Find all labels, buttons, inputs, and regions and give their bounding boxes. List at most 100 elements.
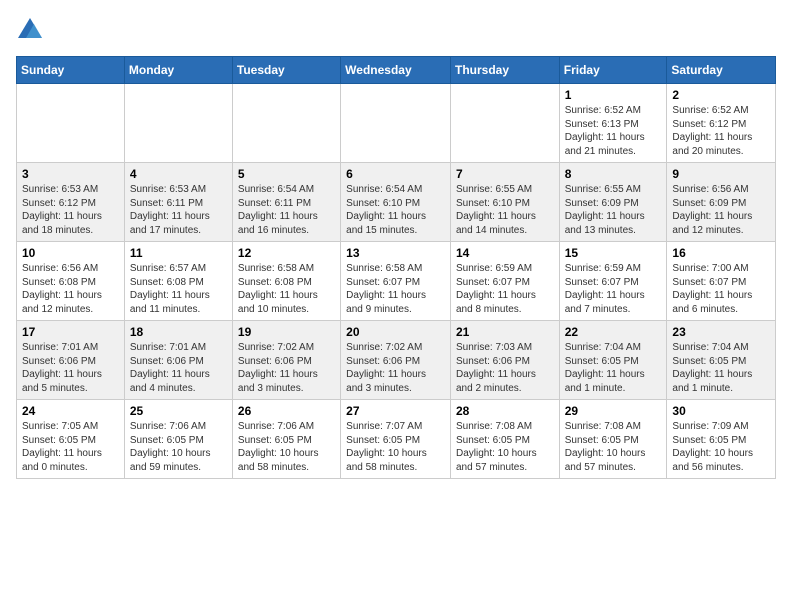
day-number: 20 (346, 325, 445, 339)
calendar-cell (341, 84, 451, 163)
day-info: Sunrise: 7:03 AM Sunset: 6:06 PM Dayligh… (456, 341, 554, 395)
day-number: 5 (238, 167, 335, 181)
calendar-cell: 2 Sunrise: 6:52 AM Sunset: 6:12 PM Daylig… (667, 84, 776, 163)
day-info: Sunrise: 6:54 AM Sunset: 6:11 PM Dayligh… (238, 183, 335, 237)
logo (16, 16, 48, 44)
calendar-cell: 21 Sunrise: 7:03 AM Sunset: 6:06 PM Dayli… (450, 321, 559, 400)
calendar-cell: 29 Sunrise: 7:08 AM Sunset: 6:05 PM Dayli… (559, 400, 667, 479)
day-info: Sunrise: 6:52 AM Sunset: 6:13 PM Dayligh… (565, 104, 662, 158)
calendar-week-2: 3 Sunrise: 6:53 AM Sunset: 6:12 PM Daylig… (17, 163, 776, 242)
day-info: Sunrise: 7:08 AM Sunset: 6:05 PM Dayligh… (565, 420, 662, 474)
day-number: 18 (130, 325, 227, 339)
day-number: 26 (238, 404, 335, 418)
day-number: 11 (130, 246, 227, 260)
day-number: 21 (456, 325, 554, 339)
calendar-cell (450, 84, 559, 163)
day-info: Sunrise: 6:55 AM Sunset: 6:10 PM Dayligh… (456, 183, 554, 237)
calendar-cell: 13Sunrise: 6:58 AM Sunset: 6:07 PM Dayli… (341, 242, 451, 321)
day-info: Sunrise: 7:06 AM Sunset: 6:05 PM Dayligh… (238, 420, 335, 474)
day-number: 3 (22, 167, 119, 181)
logo-icon (16, 16, 44, 44)
calendar-cell: 3 Sunrise: 6:53 AM Sunset: 6:12 PM Daylig… (17, 163, 125, 242)
day-info: Sunrise: 7:02 AM Sunset: 6:06 PM Dayligh… (346, 341, 445, 395)
calendar-week-1: 1 Sunrise: 6:52 AM Sunset: 6:13 PM Daylig… (17, 84, 776, 163)
calendar-week-4: 17 Sunrise: 7:01 AM Sunset: 6:06 PM Dayli… (17, 321, 776, 400)
day-info: Sunrise: 6:53 AM Sunset: 6:12 PM Dayligh… (22, 183, 119, 237)
day-info: Sunrise: 6:55 AM Sunset: 6:09 PM Dayligh… (565, 183, 662, 237)
calendar-cell (124, 84, 232, 163)
calendar-week-5: 24 Sunrise: 7:05 AM Sunset: 6:05 PM Dayli… (17, 400, 776, 479)
weekday-header-friday: Friday (559, 57, 667, 84)
day-info: Sunrise: 6:52 AM Sunset: 6:12 PM Dayligh… (672, 104, 770, 158)
calendar-cell: 25Sunrise: 7:06 AM Sunset: 6:05 PM Dayli… (124, 400, 232, 479)
page-header (16, 16, 776, 44)
calendar-week-3: 10 Sunrise: 6:56 AM Sunset: 6:08 PM Dayli… (17, 242, 776, 321)
day-info: Sunrise: 7:00 AM Sunset: 6:07 PM Dayligh… (672, 262, 770, 316)
weekday-header-saturday: Saturday (667, 57, 776, 84)
calendar-cell: 22 Sunrise: 7:04 AM Sunset: 6:05 PM Dayli… (559, 321, 667, 400)
day-info: Sunrise: 7:01 AM Sunset: 6:06 PM Dayligh… (130, 341, 227, 395)
day-info: Sunrise: 6:58 AM Sunset: 6:08 PM Dayligh… (238, 262, 335, 316)
calendar-cell: 9Sunrise: 6:56 AM Sunset: 6:09 PM Daylig… (667, 163, 776, 242)
day-number: 8 (565, 167, 662, 181)
weekday-header-tuesday: Tuesday (232, 57, 340, 84)
calendar-cell: 5 Sunrise: 6:54 AM Sunset: 6:11 PM Daylig… (232, 163, 340, 242)
calendar-cell: 8 Sunrise: 6:55 AM Sunset: 6:09 PM Daylig… (559, 163, 667, 242)
day-info: Sunrise: 7:05 AM Sunset: 6:05 PM Dayligh… (22, 420, 119, 474)
day-info: Sunrise: 7:07 AM Sunset: 6:05 PM Dayligh… (346, 420, 445, 474)
day-number: 29 (565, 404, 662, 418)
day-number: 16 (672, 246, 770, 260)
calendar-cell: 19 Sunrise: 7:02 AM Sunset: 6:06 PM Dayli… (232, 321, 340, 400)
day-number: 4 (130, 167, 227, 181)
calendar-cell: 23Sunrise: 7:04 AM Sunset: 6:05 PM Dayli… (667, 321, 776, 400)
calendar-cell: 16 Sunrise: 7:00 AM Sunset: 6:07 PM Dayli… (667, 242, 776, 321)
day-number: 17 (22, 325, 119, 339)
calendar-cell: 1 Sunrise: 6:52 AM Sunset: 6:13 PM Daylig… (559, 84, 667, 163)
calendar-cell: 11Sunrise: 6:57 AM Sunset: 6:08 PM Dayli… (124, 242, 232, 321)
calendar-cell: 7Sunrise: 6:55 AM Sunset: 6:10 PM Daylig… (450, 163, 559, 242)
day-info: Sunrise: 7:06 AM Sunset: 6:05 PM Dayligh… (130, 420, 227, 474)
calendar-cell (17, 84, 125, 163)
weekday-header-sunday: Sunday (17, 57, 125, 84)
day-info: Sunrise: 7:04 AM Sunset: 6:05 PM Dayligh… (565, 341, 662, 395)
day-number: 10 (22, 246, 119, 260)
day-info: Sunrise: 7:02 AM Sunset: 6:06 PM Dayligh… (238, 341, 335, 395)
weekday-header-wednesday: Wednesday (341, 57, 451, 84)
day-info: Sunrise: 7:04 AM Sunset: 6:05 PM Dayligh… (672, 341, 770, 395)
day-info: Sunrise: 7:08 AM Sunset: 6:05 PM Dayligh… (456, 420, 554, 474)
calendar-cell: 26 Sunrise: 7:06 AM Sunset: 6:05 PM Dayli… (232, 400, 340, 479)
calendar-cell: 15Sunrise: 6:59 AM Sunset: 6:07 PM Dayli… (559, 242, 667, 321)
calendar-cell: 14 Sunrise: 6:59 AM Sunset: 6:07 PM Dayli… (450, 242, 559, 321)
day-number: 2 (672, 88, 770, 102)
day-info: Sunrise: 6:54 AM Sunset: 6:10 PM Dayligh… (346, 183, 445, 237)
day-info: Sunrise: 6:53 AM Sunset: 6:11 PM Dayligh… (130, 183, 227, 237)
weekday-header-row: SundayMondayTuesdayWednesdayThursdayFrid… (17, 57, 776, 84)
calendar-cell: 10 Sunrise: 6:56 AM Sunset: 6:08 PM Dayli… (17, 242, 125, 321)
calendar-cell: 24 Sunrise: 7:05 AM Sunset: 6:05 PM Dayli… (17, 400, 125, 479)
calendar-cell: 17 Sunrise: 7:01 AM Sunset: 6:06 PM Dayli… (17, 321, 125, 400)
day-number: 30 (672, 404, 770, 418)
day-info: Sunrise: 7:09 AM Sunset: 6:05 PM Dayligh… (672, 420, 770, 474)
calendar-table: SundayMondayTuesdayWednesdayThursdayFrid… (16, 56, 776, 479)
calendar-cell (232, 84, 340, 163)
calendar-cell: 6Sunrise: 6:54 AM Sunset: 6:10 PM Daylig… (341, 163, 451, 242)
day-number: 28 (456, 404, 554, 418)
calendar-cell: 4 Sunrise: 6:53 AM Sunset: 6:11 PM Daylig… (124, 163, 232, 242)
weekday-header-thursday: Thursday (450, 57, 559, 84)
day-number: 14 (456, 246, 554, 260)
calendar-cell: 30 Sunrise: 7:09 AM Sunset: 6:05 PM Dayli… (667, 400, 776, 479)
day-number: 1 (565, 88, 662, 102)
day-number: 24 (22, 404, 119, 418)
day-info: Sunrise: 6:56 AM Sunset: 6:08 PM Dayligh… (22, 262, 119, 316)
day-info: Sunrise: 6:58 AM Sunset: 6:07 PM Dayligh… (346, 262, 445, 316)
day-number: 27 (346, 404, 445, 418)
day-number: 19 (238, 325, 335, 339)
day-number: 15 (565, 246, 662, 260)
day-info: Sunrise: 7:01 AM Sunset: 6:06 PM Dayligh… (22, 341, 119, 395)
day-info: Sunrise: 6:59 AM Sunset: 6:07 PM Dayligh… (456, 262, 554, 316)
calendar-cell: 20 Sunrise: 7:02 AM Sunset: 6:06 PM Dayli… (341, 321, 451, 400)
weekday-header-monday: Monday (124, 57, 232, 84)
calendar-cell: 12 Sunrise: 6:58 AM Sunset: 6:08 PM Dayli… (232, 242, 340, 321)
day-number: 22 (565, 325, 662, 339)
day-number: 12 (238, 246, 335, 260)
